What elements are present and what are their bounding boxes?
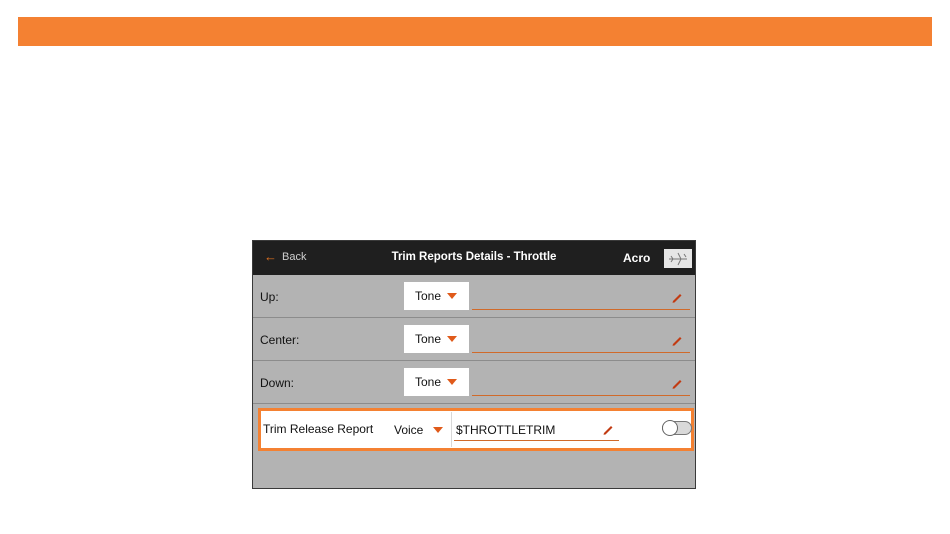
report-type-select[interactable]: Tone	[404, 325, 469, 353]
report-text-field[interactable]: $THROTTLETRIM	[454, 415, 619, 441]
trim-release-report-row: Trim Release Report Voice $THROTTLETRIM	[258, 408, 694, 451]
pencil-icon[interactable]	[670, 333, 684, 347]
row-center: Center: Tone	[253, 318, 695, 361]
orange-header-bar	[18, 17, 932, 46]
select-value: Voice	[394, 422, 424, 437]
report-type-select[interactable]: Tone	[404, 368, 469, 396]
flight-mode-label: Acro	[623, 251, 651, 265]
row-label: Up:	[260, 290, 279, 304]
row-label: Trim Release Report	[263, 422, 374, 436]
report-type-select[interactable]: Voice	[384, 412, 452, 447]
pencil-icon[interactable]	[601, 422, 615, 436]
caret-down-icon	[433, 427, 443, 433]
report-type-select[interactable]: Tone	[404, 282, 469, 310]
report-text-field[interactable]	[472, 282, 690, 310]
select-value: Tone	[415, 375, 442, 389]
caret-down-icon	[447, 293, 457, 299]
toggle-knob	[662, 420, 678, 436]
text-value: $THROTTLETRIM	[456, 423, 556, 437]
row-up: Up: Tone	[253, 275, 695, 318]
row-down: Down: Tone	[253, 361, 695, 404]
airplane-icon[interactable]	[664, 249, 692, 268]
row-label: Center:	[260, 333, 300, 347]
pencil-icon[interactable]	[670, 376, 684, 390]
transmitter-screen: ← Back Trim Reports Details - Throttle A…	[252, 240, 696, 489]
release-report-toggle[interactable]	[662, 420, 692, 436]
select-value: Tone	[415, 332, 442, 346]
report-text-field[interactable]	[472, 368, 690, 396]
pencil-icon[interactable]	[670, 290, 684, 304]
row-label: Down:	[260, 376, 295, 390]
caret-down-icon	[447, 379, 457, 385]
report-text-field[interactable]	[472, 325, 690, 353]
select-value: Tone	[415, 289, 442, 303]
title-bar: ← Back Trim Reports Details - Throttle A…	[253, 241, 695, 275]
caret-down-icon	[447, 336, 457, 342]
